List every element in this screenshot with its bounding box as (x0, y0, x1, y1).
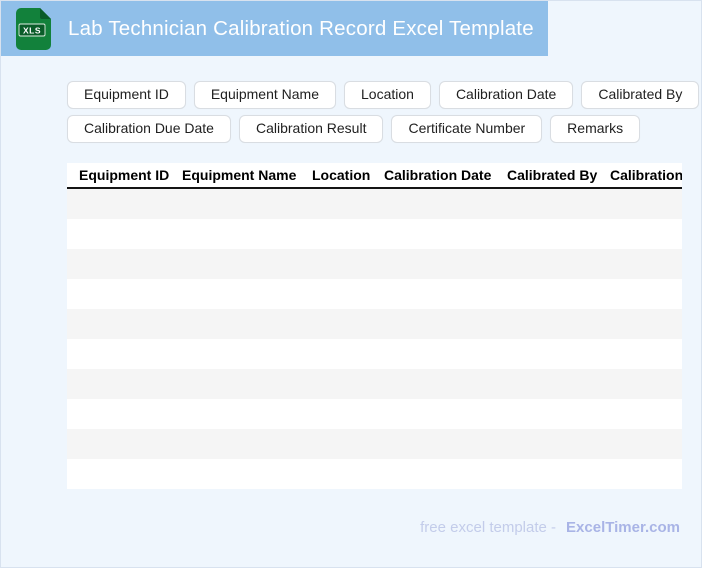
xls-file-icon: XLS (16, 7, 54, 50)
chip-row-1: Equipment ID Equipment Name Location Cal… (67, 81, 700, 109)
chip-calibrated-by: Calibrated By (581, 81, 700, 109)
table-row (67, 369, 682, 399)
table-row (67, 309, 682, 339)
page: XLS Lab Technician Calibration Record Ex… (0, 0, 702, 568)
chip-calibration-result: Calibration Result (238, 115, 384, 143)
table-row (67, 189, 682, 219)
column-header-calibration-due-date: Calibration Due Date (610, 167, 682, 183)
table-row (67, 399, 682, 429)
chip-remarks: Remarks (550, 115, 641, 143)
data-table: Equipment ID Equipment Name Location Cal… (67, 163, 682, 489)
column-header-calibrated-by: Calibrated By (507, 167, 598, 183)
chip-calibration-date: Calibration Date (438, 81, 574, 109)
field-chips: Equipment ID Equipment Name Location Cal… (67, 81, 700, 143)
column-header-equipment-id: Equipment ID (79, 167, 170, 183)
chip-calibration-due-date: Calibration Due Date (67, 115, 231, 143)
svg-text:XLS: XLS (23, 25, 41, 35)
page-title: Lab Technician Calibration Record Excel … (68, 16, 534, 40)
table-row (67, 279, 682, 309)
column-header-equipment-name: Equipment Name (182, 167, 297, 183)
chip-row-2: Calibration Due Date Calibration Result … (67, 115, 667, 143)
table-body (67, 189, 682, 489)
table-row (67, 459, 682, 489)
chip-equipment-id: Equipment ID (67, 81, 186, 109)
chip-certificate-number: Certificate Number (391, 115, 543, 143)
table-row (67, 339, 682, 369)
table-row (67, 219, 682, 249)
chip-location: Location (344, 81, 431, 109)
column-header-calibration-date: Calibration Date (384, 167, 492, 183)
chip-equipment-name: Equipment Name (193, 81, 336, 109)
table-header-row: Equipment ID Equipment Name Location Cal… (67, 163, 682, 189)
column-header-location: Location (312, 167, 371, 183)
table-row (67, 429, 682, 459)
footer-text: free excel template - (420, 519, 557, 536)
footer-brand-link[interactable]: ExcelTimer.com (566, 519, 680, 536)
footer: free excel template - ExcelTimer.com (420, 519, 680, 536)
table-row (67, 249, 682, 279)
header-bar: XLS Lab Technician Calibration Record Ex… (1, 1, 548, 56)
